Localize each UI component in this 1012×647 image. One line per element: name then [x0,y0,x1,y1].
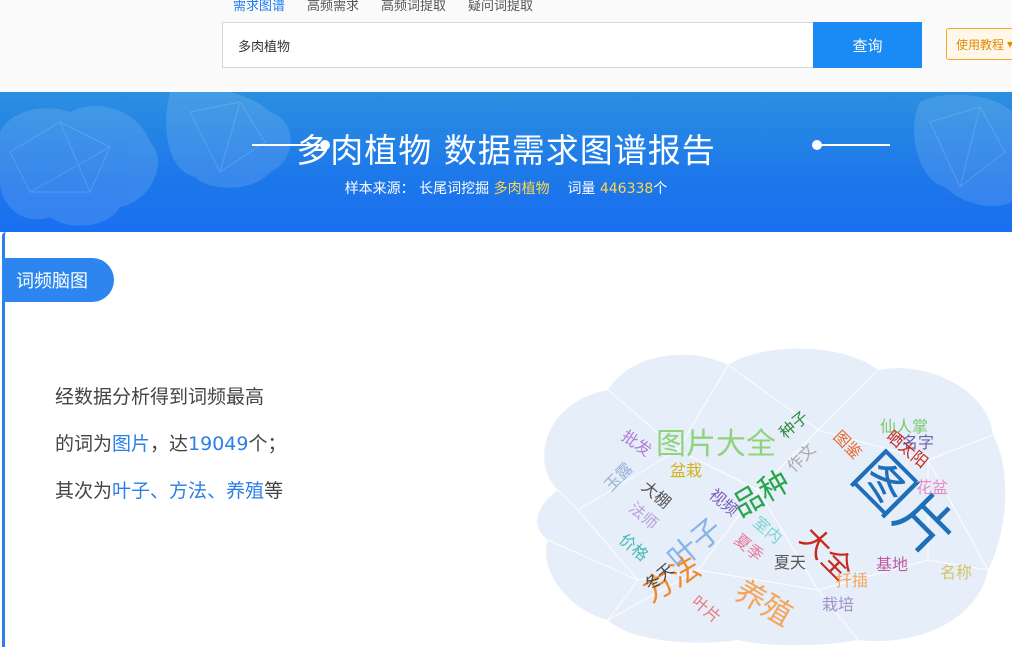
cloud-word: 基地 [876,555,908,574]
tutorial-button[interactable]: 使用教程 ▾ [946,28,1012,60]
top-count: 19049 [188,433,249,455]
report-title: 多肉植物 数据需求图谱报告 [296,131,716,170]
summary-line-1: 经数据分析得到词频最高 [55,386,265,408]
tab-high-freq-demand[interactable]: 高频需求 [296,0,370,22]
count-label: 词量 [567,181,596,197]
cloud-word: 栽培 [822,595,854,614]
count-unit: 个 [653,181,668,197]
cloud-word: 夏天 [774,553,806,572]
tool-tabs: 需求图谱 高频需求 高频词提取 疑问词提取 [222,0,544,22]
word-cloud: 图片 图片大全 品种 大全 叶子 方法 养殖 仙人掌 名字 晒太阳 图鉴 作文 … [537,348,1006,646]
top-word: 图片 [112,433,151,455]
tab-question-words[interactable]: 疑问词提取 [457,0,544,22]
summary-text: ，达 [150,433,189,455]
separator: 、 [207,480,227,502]
cloud-word: 花盆 [916,478,948,497]
word-count: 446338 [599,181,654,197]
summary-text: 其次为 [55,480,113,502]
search-box [222,22,814,68]
tutorial-label: 使用教程 [956,37,1005,52]
summary-line-2: 的词为图片，达19049个； [55,421,375,468]
chevron-down-icon: ▾ [1007,37,1012,51]
tab-demand-graph[interactable]: 需求图谱 [222,0,296,22]
report-banner: 多肉植物 数据需求图谱报告 样本来源： 长尾词挖掘 多肉植物 词量 446338… [0,92,1012,232]
search-header: 需求图谱 高频需求 高频词提取 疑问词提取 查询 使用教程 ▾ [0,0,1012,92]
source-name: 长尾词挖掘 [419,181,490,197]
title-line-right [822,144,890,146]
third-word: 方法 [169,480,208,502]
cloud-word: 扦插 [836,571,868,590]
section-title: 词频脑图 [2,258,114,302]
frequency-summary: 经数据分析得到词频最高 的词为图片，达19049个； 其次为叶子、方法、养殖等 [55,374,375,515]
summary-line-3: 其次为叶子、方法、养殖等 [55,468,375,515]
summary-text: 个； [248,433,287,455]
query-button[interactable]: 查询 [813,22,922,68]
tab-high-freq-words[interactable]: 高频词提取 [370,0,457,22]
title-dot-right [812,140,822,150]
separator: 、 [150,480,170,502]
fourth-word: 养殖 [226,480,265,502]
second-word: 叶子 [112,480,151,502]
search-input[interactable] [223,23,813,67]
summary-text: 的词为 [55,433,113,455]
report-subtitle: 样本来源： 长尾词挖掘 多肉植物 词量 446338个 [0,178,1012,198]
cloud-word: 图片大全 [656,427,776,462]
source-keyword: 多肉植物 [493,181,550,197]
cloud-word: 名称 [940,563,972,582]
cloud-word: 盆栽 [670,461,702,480]
summary-text: 等 [264,480,284,502]
source-label: 样本来源： [344,181,415,197]
